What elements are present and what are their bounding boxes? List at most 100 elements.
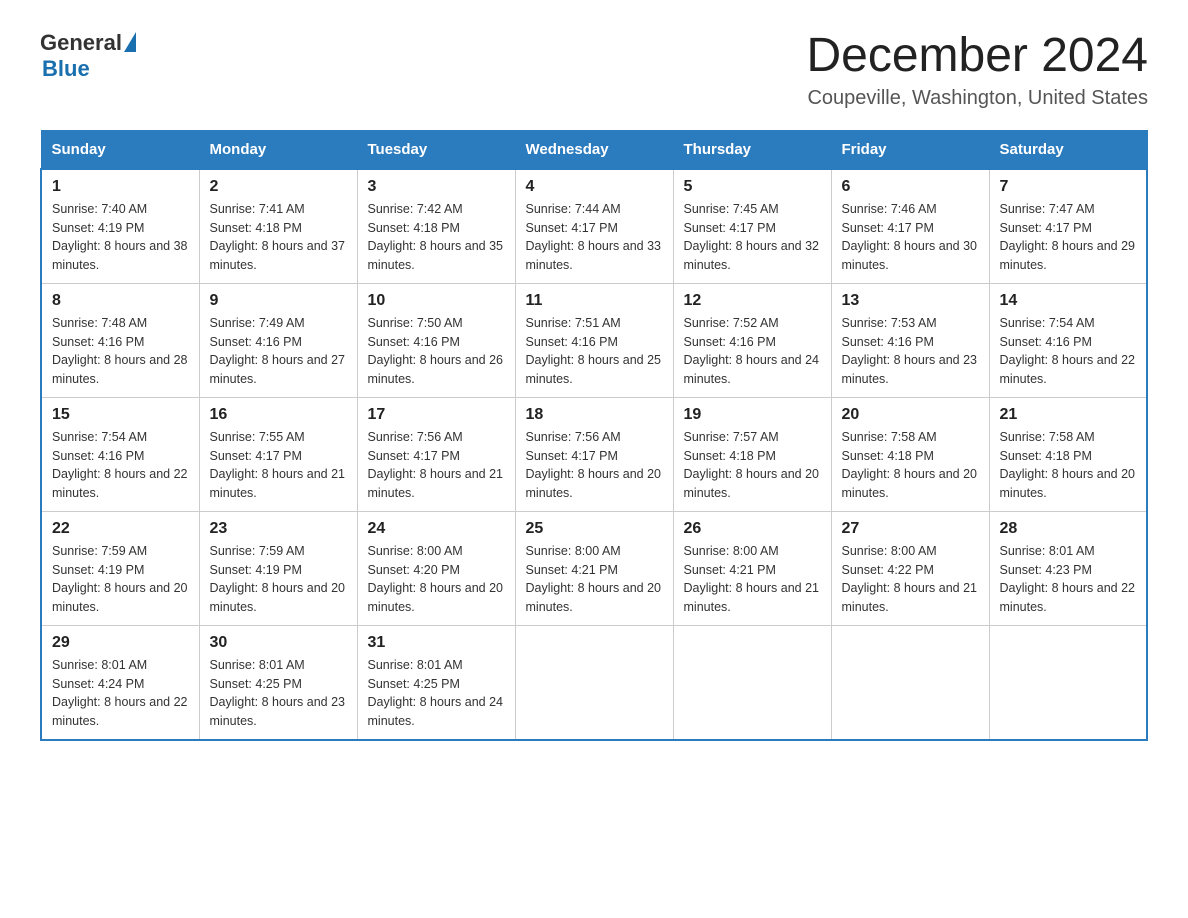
calendar-cell: 4 Sunrise: 7:44 AMSunset: 4:17 PMDayligh… (515, 169, 673, 284)
day-number: 12 (684, 292, 821, 310)
calendar-cell: 6 Sunrise: 7:46 AMSunset: 4:17 PMDayligh… (831, 169, 989, 284)
day-number: 18 (526, 406, 663, 424)
calendar-cell (673, 625, 831, 740)
logo-triangle-icon (124, 32, 136, 52)
logo-general: General (40, 30, 122, 56)
calendar-cell: 22 Sunrise: 7:59 AMSunset: 4:19 PMDaylig… (41, 511, 199, 625)
day-number: 5 (684, 178, 821, 196)
day-info: Sunrise: 7:56 AMSunset: 4:17 PMDaylight:… (526, 430, 662, 500)
calendar-cell: 21 Sunrise: 7:58 AMSunset: 4:18 PMDaylig… (989, 397, 1147, 511)
day-info: Sunrise: 7:59 AMSunset: 4:19 PMDaylight:… (210, 544, 346, 614)
day-header-wednesday: Wednesday (515, 130, 673, 169)
day-number: 14 (1000, 292, 1137, 310)
calendar-cell: 2 Sunrise: 7:41 AMSunset: 4:18 PMDayligh… (199, 169, 357, 284)
day-number: 9 (210, 292, 347, 310)
logo-blue: Blue (42, 56, 90, 82)
calendar-cell: 28 Sunrise: 8:01 AMSunset: 4:23 PMDaylig… (989, 511, 1147, 625)
calendar-cell: 20 Sunrise: 7:58 AMSunset: 4:18 PMDaylig… (831, 397, 989, 511)
calendar-cell (989, 625, 1147, 740)
day-info: Sunrise: 7:44 AMSunset: 4:17 PMDaylight:… (526, 202, 662, 272)
calendar-cell: 10 Sunrise: 7:50 AMSunset: 4:16 PMDaylig… (357, 283, 515, 397)
day-info: Sunrise: 7:50 AMSunset: 4:16 PMDaylight:… (368, 316, 504, 386)
calendar-cell: 16 Sunrise: 7:55 AMSunset: 4:17 PMDaylig… (199, 397, 357, 511)
logo: General Blue (40, 30, 136, 82)
day-info: Sunrise: 7:48 AMSunset: 4:16 PMDaylight:… (52, 316, 188, 386)
calendar-week-row: 29 Sunrise: 8:01 AMSunset: 4:24 PMDaylig… (41, 625, 1147, 740)
day-number: 11 (526, 292, 663, 310)
day-number: 24 (368, 520, 505, 538)
calendar-week-row: 1 Sunrise: 7:40 AMSunset: 4:19 PMDayligh… (41, 169, 1147, 284)
day-info: Sunrise: 8:00 AMSunset: 4:21 PMDaylight:… (526, 544, 662, 614)
day-header-friday: Friday (831, 130, 989, 169)
calendar-cell: 17 Sunrise: 7:56 AMSunset: 4:17 PMDaylig… (357, 397, 515, 511)
calendar-cell (515, 625, 673, 740)
day-info: Sunrise: 7:47 AMSunset: 4:17 PMDaylight:… (1000, 202, 1136, 272)
day-header-monday: Monday (199, 130, 357, 169)
calendar-cell: 13 Sunrise: 7:53 AMSunset: 4:16 PMDaylig… (831, 283, 989, 397)
day-info: Sunrise: 7:53 AMSunset: 4:16 PMDaylight:… (842, 316, 978, 386)
day-number: 21 (1000, 406, 1137, 424)
day-info: Sunrise: 8:01 AMSunset: 4:25 PMDaylight:… (210, 658, 346, 728)
calendar-week-row: 15 Sunrise: 7:54 AMSunset: 4:16 PMDaylig… (41, 397, 1147, 511)
day-info: Sunrise: 7:41 AMSunset: 4:18 PMDaylight:… (210, 202, 346, 272)
day-number: 6 (842, 178, 979, 196)
day-number: 15 (52, 406, 189, 424)
day-number: 26 (684, 520, 821, 538)
calendar-cell: 30 Sunrise: 8:01 AMSunset: 4:25 PMDaylig… (199, 625, 357, 740)
day-number: 23 (210, 520, 347, 538)
day-info: Sunrise: 7:57 AMSunset: 4:18 PMDaylight:… (684, 430, 820, 500)
day-header-tuesday: Tuesday (357, 130, 515, 169)
day-header-thursday: Thursday (673, 130, 831, 169)
calendar-cell: 12 Sunrise: 7:52 AMSunset: 4:16 PMDaylig… (673, 283, 831, 397)
day-number: 1 (52, 178, 189, 196)
day-info: Sunrise: 7:54 AMSunset: 4:16 PMDaylight:… (1000, 316, 1136, 386)
day-info: Sunrise: 7:52 AMSunset: 4:16 PMDaylight:… (684, 316, 820, 386)
month-title: December 2024 (806, 30, 1148, 83)
day-info: Sunrise: 8:00 AMSunset: 4:22 PMDaylight:… (842, 544, 978, 614)
calendar-cell: 11 Sunrise: 7:51 AMSunset: 4:16 PMDaylig… (515, 283, 673, 397)
day-info: Sunrise: 7:54 AMSunset: 4:16 PMDaylight:… (52, 430, 188, 500)
calendar-cell: 26 Sunrise: 8:00 AMSunset: 4:21 PMDaylig… (673, 511, 831, 625)
day-number: 16 (210, 406, 347, 424)
calendar-cell: 27 Sunrise: 8:00 AMSunset: 4:22 PMDaylig… (831, 511, 989, 625)
day-info: Sunrise: 8:00 AMSunset: 4:21 PMDaylight:… (684, 544, 820, 614)
calendar-cell: 15 Sunrise: 7:54 AMSunset: 4:16 PMDaylig… (41, 397, 199, 511)
day-info: Sunrise: 7:59 AMSunset: 4:19 PMDaylight:… (52, 544, 188, 614)
day-number: 4 (526, 178, 663, 196)
day-number: 19 (684, 406, 821, 424)
day-info: Sunrise: 7:45 AMSunset: 4:17 PMDaylight:… (684, 202, 820, 272)
day-number: 2 (210, 178, 347, 196)
calendar-cell: 24 Sunrise: 8:00 AMSunset: 4:20 PMDaylig… (357, 511, 515, 625)
day-info: Sunrise: 8:01 AMSunset: 4:25 PMDaylight:… (368, 658, 504, 728)
day-info: Sunrise: 7:56 AMSunset: 4:17 PMDaylight:… (368, 430, 504, 500)
day-info: Sunrise: 7:58 AMSunset: 4:18 PMDaylight:… (842, 430, 978, 500)
calendar-cell: 14 Sunrise: 7:54 AMSunset: 4:16 PMDaylig… (989, 283, 1147, 397)
calendar-cell: 31 Sunrise: 8:01 AMSunset: 4:25 PMDaylig… (357, 625, 515, 740)
day-info: Sunrise: 7:51 AMSunset: 4:16 PMDaylight:… (526, 316, 662, 386)
day-number: 7 (1000, 178, 1137, 196)
day-info: Sunrise: 7:49 AMSunset: 4:16 PMDaylight:… (210, 316, 346, 386)
calendar-header-row: SundayMondayTuesdayWednesdayThursdayFrid… (41, 130, 1147, 169)
calendar-cell (831, 625, 989, 740)
day-info: Sunrise: 7:40 AMSunset: 4:19 PMDaylight:… (52, 202, 188, 272)
day-number: 8 (52, 292, 189, 310)
calendar-cell: 7 Sunrise: 7:47 AMSunset: 4:17 PMDayligh… (989, 169, 1147, 284)
calendar-week-row: 8 Sunrise: 7:48 AMSunset: 4:16 PMDayligh… (41, 283, 1147, 397)
day-number: 13 (842, 292, 979, 310)
day-number: 3 (368, 178, 505, 196)
calendar-cell: 5 Sunrise: 7:45 AMSunset: 4:17 PMDayligh… (673, 169, 831, 284)
title-area: December 2024 Coupeville, Washington, Un… (806, 30, 1148, 110)
day-info: Sunrise: 7:58 AMSunset: 4:18 PMDaylight:… (1000, 430, 1136, 500)
day-number: 25 (526, 520, 663, 538)
calendar-cell: 3 Sunrise: 7:42 AMSunset: 4:18 PMDayligh… (357, 169, 515, 284)
day-info: Sunrise: 8:01 AMSunset: 4:23 PMDaylight:… (1000, 544, 1136, 614)
day-number: 10 (368, 292, 505, 310)
location: Coupeville, Washington, United States (806, 87, 1148, 110)
day-number: 22 (52, 520, 189, 538)
calendar-week-row: 22 Sunrise: 7:59 AMSunset: 4:19 PMDaylig… (41, 511, 1147, 625)
day-number: 30 (210, 634, 347, 652)
day-number: 20 (842, 406, 979, 424)
calendar-cell: 18 Sunrise: 7:56 AMSunset: 4:17 PMDaylig… (515, 397, 673, 511)
day-number: 28 (1000, 520, 1137, 538)
calendar-table: SundayMondayTuesdayWednesdayThursdayFrid… (40, 130, 1148, 741)
